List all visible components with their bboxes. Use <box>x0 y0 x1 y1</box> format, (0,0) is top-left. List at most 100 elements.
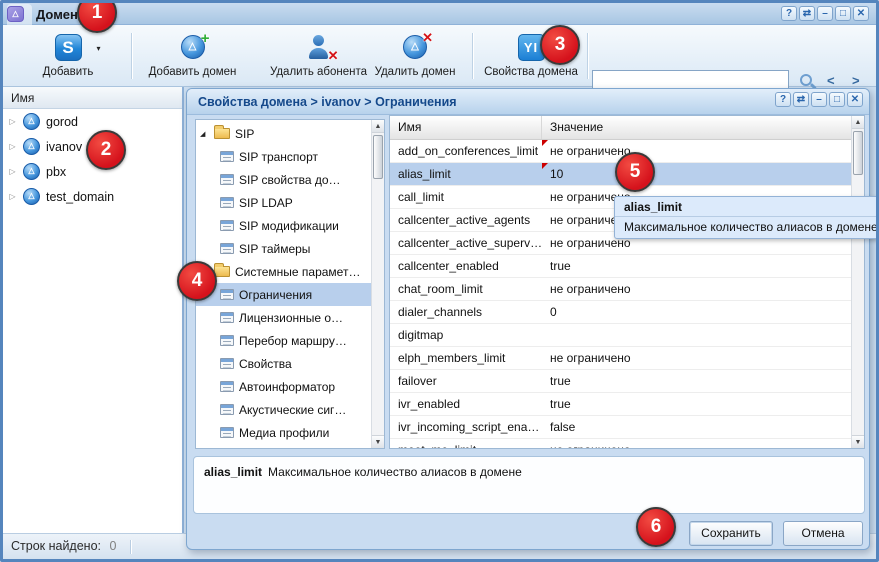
red-cross-badge-icon: ✕ <box>328 49 339 62</box>
name-column-header[interactable]: Имя <box>3 87 182 109</box>
tree-item-sip-properties[interactable]: SIP свойства до… <box>196 168 371 191</box>
next-page-icon[interactable]: > <box>852 73 860 88</box>
tree-item-sip-ldap[interactable]: SIP LDAP <box>196 191 371 214</box>
tree-item-sip-timers[interactable]: SIP таймеры <box>196 237 371 260</box>
toolbar-separator <box>587 33 588 79</box>
cancel-button[interactable]: Отмена <box>783 521 863 546</box>
table-row[interactable]: meet_me_limit не ограничено <box>390 439 851 448</box>
expand-arrow-icon[interactable]: ▷ <box>8 167 17 176</box>
tree-group-sip[interactable]: ◢ SIP <box>196 122 371 145</box>
table-row[interactable]: callcenter_enabled true <box>390 255 851 278</box>
save-button[interactable]: Сохранить <box>689 521 773 546</box>
column-header-name[interactable]: Имя <box>390 116 542 139</box>
table-row[interactable]: ivr_enabled true <box>390 393 851 416</box>
table-row[interactable]: digitmap <box>390 324 851 347</box>
settings-tree-panel: ◢ SIP SIP транспорт SIP свойства до… SIP… <box>195 119 385 449</box>
annotation-badge-5: 5 <box>615 152 655 192</box>
table-row[interactable]: elph_members_limit не ограничено <box>390 347 851 370</box>
maximize-icon[interactable]: □ <box>835 6 851 21</box>
tree-group-system-params[interactable]: ◢ Системные парамет… <box>196 260 371 283</box>
domain-delete-icon: △✕ <box>403 35 427 59</box>
settings-page-icon <box>220 289 234 300</box>
tree-item-autoinformer[interactable]: Автоинформатор <box>196 375 371 398</box>
status-divider <box>130 540 131 554</box>
main-titlebar: △ Домены ? ⇄ – □ ✕ <box>3 3 876 25</box>
refresh-icon[interactable]: ⇄ <box>793 92 809 107</box>
tree-item-license[interactable]: Лицензионные о… <box>196 306 371 329</box>
scroll-up-icon[interactable]: ▲ <box>852 116 864 129</box>
rows-found-label: Строк найдено: <box>11 539 101 553</box>
add-domain-button[interactable]: △+ Добавить домен <box>135 30 250 82</box>
tree-scrollbar[interactable]: ▲ ▼ <box>371 120 384 448</box>
table-row[interactable]: failover true <box>390 370 851 393</box>
domains-app-window: △ Домены ? ⇄ – □ ✕ S ▾ Добавить △+ Добав… <box>0 0 879 562</box>
plus-badge-icon: + <box>201 31 210 46</box>
expand-arrow-icon[interactable]: ▷ <box>8 117 17 126</box>
search-icon[interactable] <box>800 74 812 86</box>
tree-item-media-profiles[interactable]: Медиа профили <box>196 421 371 444</box>
tree-item-acoustic-signals[interactable]: Акустические сиг… <box>196 398 371 421</box>
column-header-value[interactable]: Значение <box>542 116 864 139</box>
scroll-down-icon[interactable]: ▼ <box>852 435 864 448</box>
settings-page-icon <box>220 174 234 185</box>
domain-icon: △ <box>23 188 40 205</box>
delete-domain-button[interactable]: △✕ Удалить домен <box>361 30 469 82</box>
settings-page-icon <box>220 151 234 162</box>
scroll-down-icon[interactable]: ▼ <box>372 435 384 448</box>
subscriber-delete-icon: ✕ <box>306 34 332 60</box>
tree-item-restrictions[interactable]: Ограничения <box>196 283 371 306</box>
prev-page-icon[interactable]: < <box>827 73 835 88</box>
tooltip-title: alias_limit <box>615 197 879 217</box>
annotation-badge-2: 2 <box>86 130 126 170</box>
chevron-down-icon[interactable]: ▾ <box>97 44 101 53</box>
folder-icon <box>214 128 230 139</box>
settings-tree: ◢ SIP SIP транспорт SIP свойства до… SIP… <box>196 122 371 448</box>
settings-page-icon <box>220 335 234 346</box>
tree-item-sip-transport[interactable]: SIP транспорт <box>196 145 371 168</box>
scrollbar-thumb[interactable] <box>853 131 863 175</box>
table-row[interactable]: chat_room_limit не ограничено <box>390 278 851 301</box>
add-logo-icon: S <box>55 34 82 61</box>
tree-item-test-domain[interactable]: ▷ △ test_domain <box>3 184 182 209</box>
table-row[interactable]: dialer_channels 0 <box>390 301 851 324</box>
domain-icon: △ <box>23 113 40 130</box>
close-icon[interactable]: ✕ <box>847 92 863 107</box>
dialog-titlebar[interactable]: Свойства домена > ivanov > Ограничения ?… <box>187 89 869 115</box>
table-header: Имя Значение <box>390 116 864 140</box>
close-icon[interactable]: ✕ <box>853 6 869 21</box>
red-cross-badge-icon: ✕ <box>422 31 433 44</box>
tree-item-gorod[interactable]: ▷ △ gorod <box>3 109 182 134</box>
expand-arrow-icon[interactable]: ▷ <box>8 142 17 151</box>
domain-icon: △ <box>23 163 40 180</box>
domains-app-icon: △ <box>7 6 24 22</box>
table-scrollbar[interactable]: ▲ ▼ <box>851 116 864 448</box>
settings-page-icon <box>220 427 234 438</box>
minimize-icon[interactable]: – <box>811 92 827 107</box>
dialog-window-controls: ? ⇄ – □ ✕ <box>775 92 863 107</box>
settings-page-icon <box>220 381 234 392</box>
modified-cell: 10 <box>542 163 851 185</box>
expand-arrow-icon[interactable]: ▷ <box>8 192 17 201</box>
tree-item-route-retry[interactable]: Перебор маршру… <box>196 329 371 352</box>
domain-add-icon: △+ <box>181 35 205 59</box>
maximize-icon[interactable]: □ <box>829 92 845 107</box>
scrollbar-thumb[interactable] <box>373 135 383 179</box>
parameter-description: Максимальное количество алиасов в домене <box>268 465 522 479</box>
tree-item-sip-modifications[interactable]: SIP модификации <box>196 214 371 237</box>
tree-item-properties[interactable]: Свойства <box>196 352 371 375</box>
refresh-icon[interactable]: ⇄ <box>799 6 815 21</box>
help-icon[interactable]: ? <box>781 6 797 21</box>
parameter-name: alias_limit <box>204 465 262 479</box>
scroll-up-icon[interactable]: ▲ <box>372 120 384 133</box>
tooltip-text: Максимальное количество алиасов в домене <box>615 217 879 238</box>
domain-icon: △ <box>23 138 40 155</box>
alias-limit-tooltip: alias_limit Максимальное количество алиа… <box>614 196 879 239</box>
add-button[interactable]: S ▾ Добавить <box>13 30 123 82</box>
annotation-badge-6: 6 <box>636 507 676 547</box>
help-icon[interactable]: ? <box>775 92 791 107</box>
annotation-badge-3: 3 <box>540 25 580 65</box>
tree-item-call-timers[interactable]: Таймеры вызыва… <box>196 444 371 448</box>
collapse-arrow-icon[interactable]: ◢ <box>200 130 209 138</box>
table-row[interactable]: ivr_incoming_script_ena… false <box>390 416 851 439</box>
minimize-icon[interactable]: – <box>817 6 833 21</box>
